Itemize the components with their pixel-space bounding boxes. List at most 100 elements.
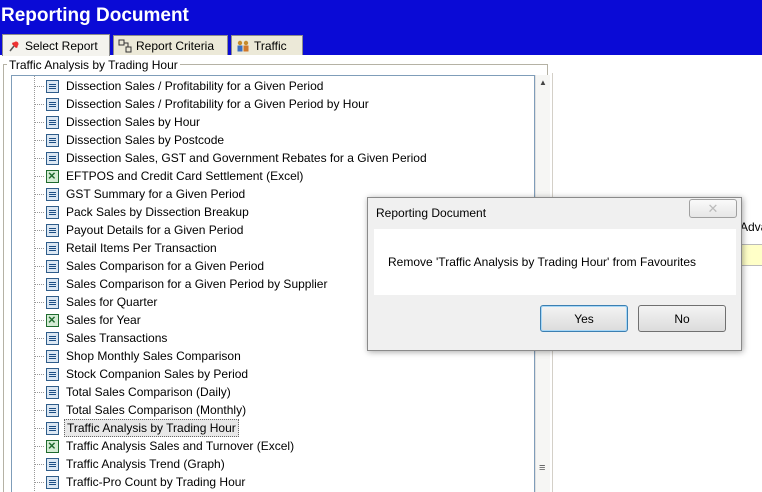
report-icon (46, 421, 59, 435)
tree-item-label: Traffic Analysis by Trading Hour (64, 419, 239, 437)
tree-item-label: Dissection Sales by Hour (66, 115, 201, 129)
tree-item-label: Dissection Sales, GST and Government Reb… (66, 151, 427, 165)
criteria-icon (118, 39, 132, 52)
tree-item[interactable]: Traffic Analysis Sales and Turnover (Exc… (12, 437, 296, 455)
tree-item[interactable]: Shop Monthly Sales Comparison (12, 347, 243, 365)
report-icon (46, 187, 59, 201)
tree-item-label: Traffic Analysis Sales and Turnover (Exc… (66, 439, 295, 453)
tree-item-label: Payout Details for a Given Period (66, 223, 244, 237)
yes-button[interactable]: Yes (540, 305, 628, 332)
excel-report-icon (46, 438, 59, 453)
report-icon (46, 295, 59, 309)
tree-connector (34, 373, 44, 375)
tree-item-label: Dissection Sales / Profitability for a G… (66, 97, 369, 111)
tree-item[interactable]: Traffic Analysis Trend (Graph) (12, 455, 227, 473)
tree-connector (34, 409, 44, 411)
tree-connector (34, 193, 44, 195)
advanced-button-partial[interactable]: Adva (740, 220, 762, 234)
report-icon (46, 367, 59, 381)
report-icon (46, 457, 59, 471)
excel-report-icon (46, 168, 59, 183)
tree-item[interactable]: Stock Companion Sales by Period (12, 365, 250, 383)
window-title: Reporting Document (0, 0, 762, 31)
tree-item[interactable]: Dissection Sales, GST and Government Reb… (12, 149, 429, 167)
report-icon (46, 223, 59, 237)
report-icon (46, 115, 59, 129)
group-label: Traffic Analysis by Trading Hour (7, 58, 180, 72)
report-icon (46, 97, 59, 111)
report-icon (46, 133, 59, 147)
tree-item[interactable]: Total Sales Comparison (Daily) (12, 383, 233, 401)
tree-connector (34, 391, 44, 393)
tree-item-label: Traffic-Pro Count by Trading Hour (66, 475, 246, 489)
tree-item[interactable]: Sales for Year (12, 311, 143, 329)
tab-select-report[interactable]: Select Report (2, 34, 110, 56)
criteria-field-partial[interactable] (741, 244, 762, 266)
tree-item[interactable]: Sales Comparison for a Given Period (12, 257, 266, 275)
tree-connector (34, 445, 44, 447)
report-icon (46, 277, 59, 291)
report-icon (46, 259, 59, 273)
dialog-body: Remove 'Traffic Analysis by Trading Hour… (374, 229, 736, 295)
tree-item[interactable]: Dissection Sales / Profitability for a G… (12, 77, 325, 95)
report-icon (46, 151, 59, 165)
tab-report-criteria[interactable]: Report Criteria (113, 35, 228, 55)
tab-strip: Select Report Report Criteria Traffic (0, 31, 762, 56)
tree-item-label: Total Sales Comparison (Daily) (66, 385, 231, 399)
tree-item[interactable]: Pack Sales by Dissection Breakup (12, 203, 251, 221)
scroll-grip-icon[interactable]: ≡ (539, 463, 545, 474)
tree-connector (34, 355, 44, 357)
close-icon[interactable]: ✕ (689, 199, 737, 218)
tree-connector (34, 337, 44, 339)
scroll-up-arrow-icon[interactable]: ▲ (539, 78, 547, 87)
tree-item[interactable]: Dissection Sales by Hour (12, 113, 202, 131)
tree-connector (34, 139, 44, 141)
tree-item-label: Total Sales Comparison (Monthly) (66, 403, 247, 417)
tree-connector (34, 301, 44, 303)
tree-item-label: Retail Items Per Transaction (66, 241, 217, 255)
tab-traffic[interactable]: Traffic (231, 35, 303, 55)
tree-item-label: Traffic Analysis Trend (Graph) (66, 457, 225, 471)
tree-item[interactable]: Sales for Quarter (12, 293, 159, 311)
tree-item-label: Sales for Year (66, 313, 141, 327)
tree-connector (34, 463, 44, 465)
tree-item[interactable]: GST Summary for a Given Period (12, 185, 247, 203)
tree-item[interactable]: Dissection Sales by Postcode (12, 131, 226, 149)
report-icon (46, 475, 59, 489)
excel-report-icon (46, 312, 59, 327)
tree-item[interactable]: Payout Details for a Given Period (12, 221, 245, 239)
tree-connector (34, 265, 44, 267)
tree-item-label: Dissection Sales by Postcode (66, 133, 225, 147)
tree-item[interactable]: Retail Items Per Transaction (12, 239, 219, 257)
tree-item-label: Sales Comparison for a Given Period by S… (66, 277, 328, 291)
tab-label: Report Criteria (136, 38, 215, 53)
report-icon (46, 403, 59, 417)
tree-connector (34, 211, 44, 213)
tab-label: Select Report (25, 38, 98, 53)
report-icon (46, 331, 59, 345)
tree-item[interactable]: Sales Transactions (12, 329, 169, 347)
tree-item[interactable]: Sales Comparison for a Given Period by S… (12, 275, 329, 293)
tree-connector (34, 481, 44, 483)
people-icon (237, 40, 249, 51)
tree-item[interactable]: Dissection Sales / Profitability for a G… (12, 95, 371, 113)
tree-item-label: Dissection Sales / Profitability for a G… (66, 79, 324, 93)
tree-connector (34, 121, 44, 123)
report-icon (46, 241, 59, 255)
report-icon (46, 349, 59, 363)
tree-item[interactable]: Traffic Analysis by Trading Hour (12, 419, 239, 437)
report-icon (46, 385, 59, 399)
tree-connector (34, 175, 44, 177)
tree-connector (34, 247, 44, 249)
tree-item-label: Sales Transactions (66, 331, 168, 345)
tree-item[interactable]: Total Sales Comparison (Monthly) (12, 401, 248, 419)
tree-connector (34, 283, 44, 285)
tree-connector (34, 85, 44, 87)
report-icon (46, 79, 59, 93)
tree-item-label: Stock Companion Sales by Period (66, 367, 249, 381)
tree-item[interactable]: EFTPOS and Credit Card Settlement (Excel… (12, 167, 305, 185)
dialog-message: Remove 'Traffic Analysis by Trading Hour… (388, 255, 697, 269)
pin-icon (9, 41, 19, 51)
no-button[interactable]: No (638, 305, 726, 332)
tree-item[interactable]: Traffic-Pro Count by Trading Hour (12, 473, 247, 491)
